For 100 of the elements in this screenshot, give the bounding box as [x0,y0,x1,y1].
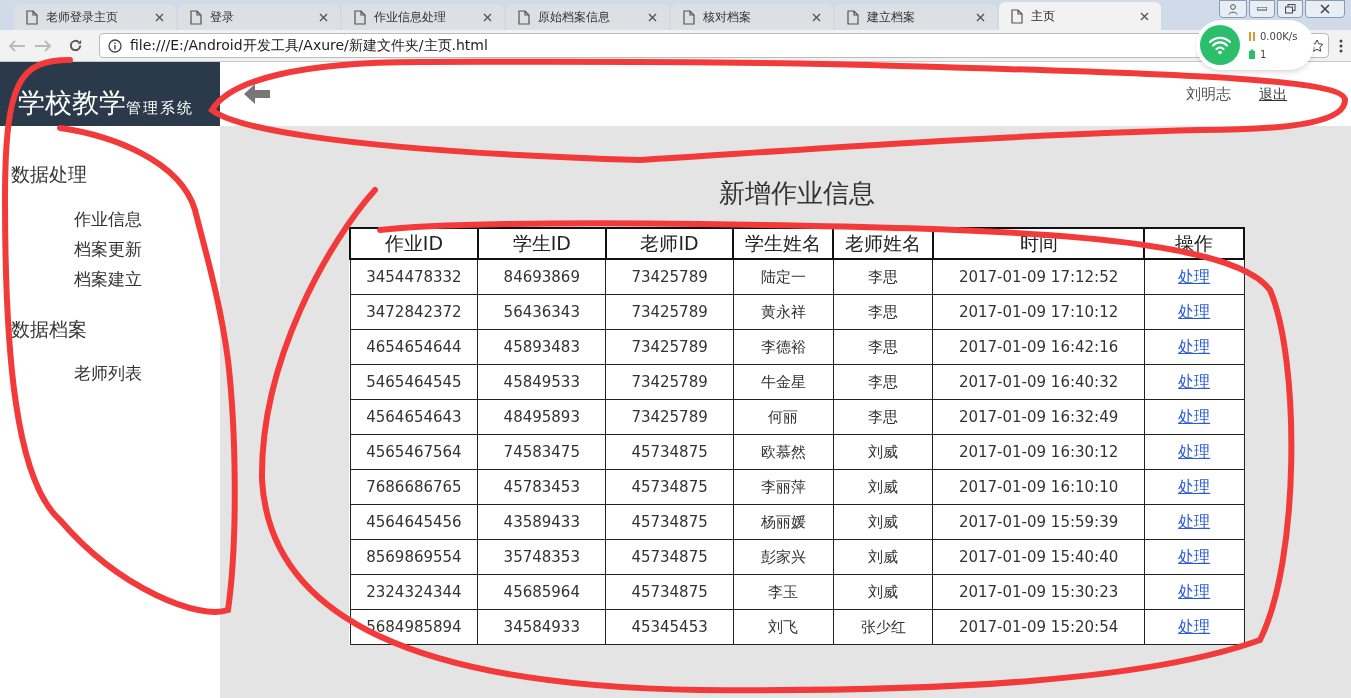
table-cell: 48495893 [503,407,580,426]
table-cell: 5684985894 [366,617,462,636]
table-cell: 45345453 [631,617,708,636]
process-link[interactable]: 处理 [1178,301,1211,321]
sidebar-item[interactable]: 作业信息 [74,206,220,231]
process-link[interactable]: 处理 [1178,441,1211,461]
table-cell: 杨丽媛 [760,512,806,531]
page-title: 新增作业信息 [719,177,875,210]
table-cell: 73425789 [631,267,708,286]
tab-title: 原始档案信息 [538,9,612,26]
table-cell: 李德裕 [760,337,806,356]
sidebar-heading: 数据处理 [11,162,88,187]
logout-link[interactable]: 退出 [1259,83,1287,105]
sidebar-heading: 数据档案 [11,316,88,342]
table-cell: 3472842372 [366,302,462,321]
process-link[interactable]: 处理 [1178,406,1211,426]
table-cell: 刘威 [868,582,898,601]
table-cell: 2017-01-09 16:42:16 [958,337,1119,356]
process-link[interactable]: 处理 [1178,546,1211,566]
table-cell: 45734875 [631,477,708,496]
table-cell: 45734875 [631,582,708,601]
tab-title: 老师登录主页 [46,9,119,26]
table-cell: 73425789 [631,302,708,321]
process-link[interactable]: 处理 [1178,476,1211,496]
table-cell: 李思 [868,372,898,391]
table-cell: 8569869554 [366,547,462,566]
table-cell: 4564645456 [366,512,462,531]
table-cell: 73425789 [631,372,708,391]
table-cell: 2017-01-09 15:59:39 [958,512,1119,531]
table-cell: 刘威 [868,477,898,496]
table-cell: 45849533 [503,372,580,391]
sidebar-item[interactable]: 老师列表 [74,361,220,385]
process-link[interactable]: 处理 [1178,336,1211,356]
column-header: 学生ID [477,228,606,259]
logo-subtitle: 管理系统 [126,101,194,116]
process-link[interactable]: 处理 [1178,511,1211,531]
sidebar-item[interactable]: 档案建立 [74,266,220,291]
table-cell: 2017-01-09 17:10:12 [958,302,1119,321]
table-cell: 牛金星 [760,372,806,391]
process-link[interactable]: 处理 [1178,266,1211,286]
url-text: file:///E:/Android开发工具/Axure/新建文件夹/主页.html [130,36,488,55]
table-cell: 张少红 [860,617,906,636]
table-cell: 73425789 [631,407,708,426]
table-cell: 45734875 [631,547,708,566]
tab-title: 主页 [1030,8,1056,25]
browser-tab[interactable]: 核对档案 [670,4,833,30]
process-link[interactable]: 处理 [1178,371,1211,391]
browser-tab[interactable]: 原始档案信息 [506,4,669,30]
table-cell: 陆定一 [760,267,806,286]
table-cell: 45783453 [503,477,580,496]
table-cell: 李玉 [768,582,799,601]
table-cell: 45734875 [631,512,708,531]
table-cell: 2017-01-09 15:20:54 [958,617,1119,636]
table-cell: 李丽萍 [760,477,806,496]
logo-title: 学校教学 [18,89,126,116]
table-cell: 7686686765 [366,477,462,496]
browser-tab[interactable]: 建立档案 [834,4,997,30]
column-header: 作业ID [350,228,478,259]
column-header: 学生姓名 [733,228,834,259]
process-link[interactable]: 处理 [1178,616,1211,636]
browser-tab[interactable]: 作业信息处理 [342,4,505,30]
table-cell: 刘威 [868,547,898,566]
tab-title: 建立档案 [866,9,916,26]
tab-title: 作业信息处理 [374,9,448,26]
table-cell: 45685964 [503,582,580,601]
table-cell: 4565467564 [366,442,462,461]
table-cell: 2017-01-09 16:10:10 [958,477,1119,496]
column-header: 老师ID [605,228,734,259]
browser-tab[interactable]: 登录 [178,4,341,30]
table-cell: 4654654644 [366,337,462,356]
sidebar-item[interactable]: 档案更新 [74,236,220,261]
table-cell: 刘威 [868,512,898,531]
table-cell: 5465464545 [366,372,462,391]
table-cell: 45734875 [631,442,708,461]
table-cell: 84693869 [503,267,580,286]
table-cell: 李思 [868,407,898,426]
table-cell: 彭家兴 [760,547,806,566]
table-cell: 2017-01-09 17:12:52 [958,267,1119,286]
browser-tab[interactable]: 老师登录主页 [14,4,177,30]
table-cell: 黄永祥 [760,302,806,321]
process-link[interactable]: 处理 [1178,581,1211,601]
table-cell: 2017-01-09 15:40:40 [958,547,1119,566]
table-cell: 3454478332 [366,267,462,286]
table-cell: 35748353 [503,547,580,566]
user-name: 刘明志 [1186,83,1231,105]
table-cell: 李思 [868,267,898,286]
table-cell: 2017-01-09 16:32:49 [958,407,1119,426]
table-cell: 2017-01-09 15:30:23 [958,582,1119,601]
browser-tab[interactable]: 主页 [998,2,1161,30]
table-cell: 刘飞 [768,617,799,636]
table-cell: 欧慕然 [760,442,806,461]
table-cell: 李思 [868,337,898,356]
table-cell: 2324324344 [366,582,462,601]
table-cell: 34584933 [503,617,580,636]
table-cell: 73425789 [631,337,708,356]
table-cell: 4564654643 [366,407,462,426]
table-cell: 李思 [868,302,898,321]
table-cell: 74583475 [503,442,580,461]
table-cell: 56436343 [503,302,580,321]
tab-title: 登录 [210,9,236,26]
